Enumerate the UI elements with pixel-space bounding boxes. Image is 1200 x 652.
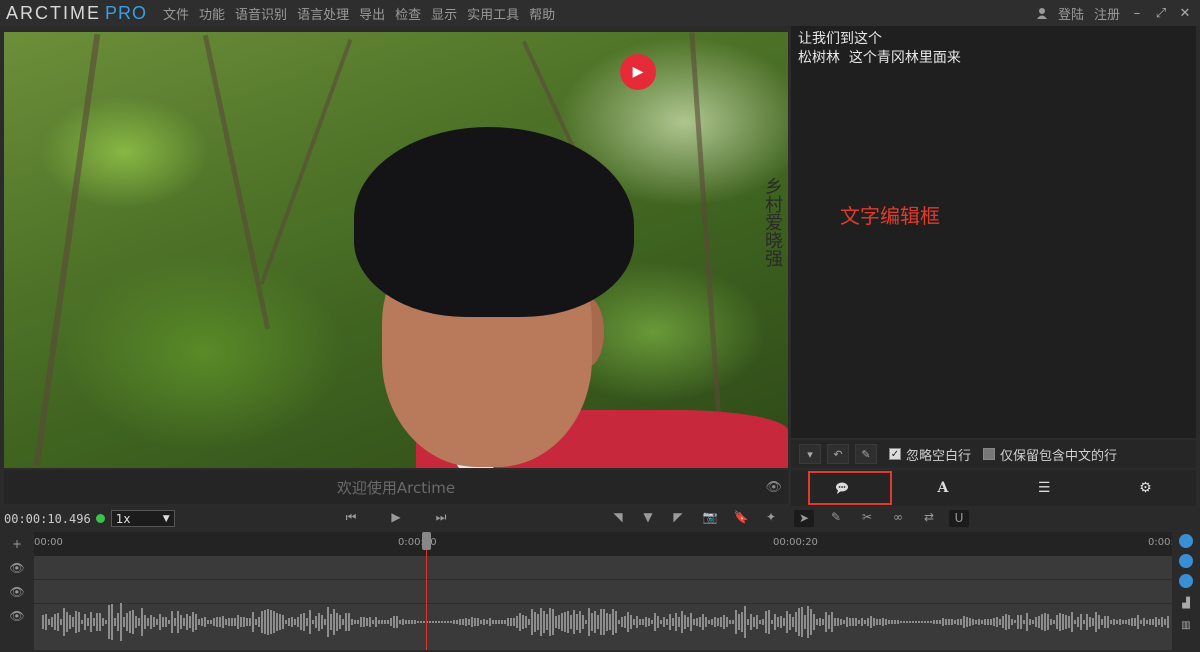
- title-bar: ARCTIME PRO 文件 功能 语音识别 语言处理 导出 检查 显示 实用工…: [0, 0, 1200, 26]
- ruler-label: 0:00:: [1148, 537, 1174, 548]
- menu-language-processing[interactable]: 语言处理: [297, 4, 349, 23]
- play-badge-icon: ▶: [620, 54, 656, 90]
- speed-value: 1x: [115, 511, 131, 526]
- skip-back-icon[interactable]: ⏮: [341, 510, 361, 525]
- zoom-knob-icon[interactable]: [1179, 534, 1193, 548]
- menu-file[interactable]: 文件: [163, 4, 189, 23]
- mark-out-icon[interactable]: ◤: [668, 510, 688, 524]
- eye-icon[interactable]: 👁: [765, 480, 782, 495]
- account-area: 登陆 注册 – ⤢ ✕: [1036, 0, 1192, 26]
- camera-icon[interactable]: 📷: [700, 510, 720, 524]
- app-logo-main: ARCTIME: [6, 2, 101, 23]
- login-link[interactable]: 登陆: [1058, 4, 1084, 23]
- close-icon[interactable]: ✕: [1178, 6, 1192, 21]
- timeline-side-tools: ▟ ▥: [1172, 532, 1200, 650]
- transport-bar: 00:00:10.496 1x ▼ ⏮ ▶ ⏭ ◥ ▼ ◤ 📷 🔖 ✦ ➤ ✎ …: [0, 507, 1200, 530]
- mark-in-icon[interactable]: ◥: [608, 510, 628, 524]
- timeline-tracks[interactable]: [34, 556, 1172, 650]
- tab-list[interactable]: ☰: [994, 470, 1095, 506]
- playback-speed-select[interactable]: 1x ▼: [110, 510, 175, 527]
- keep-chinese-label: 仅保留包含中文的行: [1000, 448, 1118, 464]
- menu-display[interactable]: 显示: [431, 4, 457, 23]
- zoom-knob-icon[interactable]: [1179, 554, 1193, 568]
- ruler-label: 00:00: [34, 537, 63, 548]
- font-icon: A: [937, 480, 949, 496]
- gear-icon: ⚙: [1139, 480, 1152, 496]
- playhead-handle[interactable]: [422, 532, 431, 550]
- user-icon: [1036, 8, 1047, 19]
- status-dot-icon: [95, 514, 105, 523]
- video-preview[interactable]: ▶ 乡村爱晓强: [4, 32, 788, 468]
- swap-icon[interactable]: ⇄: [919, 510, 939, 524]
- current-timecode: 00:00:10.496: [4, 511, 91, 526]
- checkbox-checked-icon[interactable]: ✓: [889, 448, 901, 460]
- minimize-icon[interactable]: –: [1130, 6, 1144, 21]
- bar-chart-icon[interactable]: ▥: [1178, 620, 1194, 632]
- editor-line: 松树林 这个青冈林里面来: [798, 50, 961, 66]
- bookmark-icon[interactable]: 🔖: [731, 510, 751, 524]
- waveform-chart-icon[interactable]: ▟: [1178, 598, 1194, 610]
- editor-toolbar: ▾ ↶ ✎ ✓ 忽略空白行 仅保留包含中文的行: [791, 440, 1196, 468]
- video-watermark: 乡村爱晓强: [762, 177, 783, 267]
- welcome-text: 欢迎使用Arctime: [336, 478, 456, 497]
- zoom-knob-icon[interactable]: [1179, 574, 1193, 588]
- play-icon[interactable]: ▶: [386, 510, 406, 524]
- track-header: [0, 628, 34, 652]
- editor-annotation: 文字编辑框: [840, 204, 940, 228]
- scissors-icon[interactable]: ✂: [857, 510, 877, 524]
- list-icon: ☰: [1037, 480, 1051, 496]
- menu-function[interactable]: 功能: [199, 4, 225, 23]
- chevron-down-icon: ▼: [162, 513, 170, 524]
- undo-icon[interactable]: ↶: [827, 444, 849, 464]
- tab-settings[interactable]: ⚙: [1095, 470, 1196, 506]
- mark-down-icon[interactable]: ▼: [638, 510, 658, 524]
- ignore-blank-checkbox[interactable]: ✓ 忽略空白行: [889, 445, 971, 464]
- register-link[interactable]: 注册: [1094, 4, 1120, 23]
- collapse-icon[interactable]: ▾: [799, 444, 821, 464]
- menu-speech-recognition[interactable]: 语音识别: [235, 4, 287, 23]
- edit-icon[interactable]: ✎: [826, 510, 846, 524]
- video-frame: [4, 32, 788, 468]
- tab-highlight-annotation: [808, 471, 892, 505]
- track-visibility-eye-icon[interactable]: 👁: [0, 604, 34, 628]
- track-visibility-eye-icon[interactable]: 👁: [0, 556, 34, 580]
- pointer-icon[interactable]: ➤: [794, 510, 814, 527]
- subtitle-track[interactable]: [34, 556, 1172, 580]
- pencil-icon[interactable]: ✎: [855, 444, 877, 464]
- audio-waveform[interactable]: [34, 580, 1172, 650]
- magnet-icon[interactable]: U: [949, 510, 969, 527]
- track-visibility-eye-icon[interactable]: 👁: [0, 580, 34, 604]
- checkbox-unchecked-icon[interactable]: [983, 448, 996, 460]
- editor-line: 让我们到这个: [798, 31, 882, 47]
- link-icon[interactable]: ∞: [888, 510, 908, 524]
- menu-export[interactable]: 导出: [359, 4, 385, 23]
- keep-chinese-checkbox[interactable]: 仅保留包含中文的行: [983, 445, 1117, 464]
- magic-wand-icon[interactable]: ✦: [761, 510, 781, 524]
- add-track-icon[interactable]: +: [0, 532, 34, 556]
- tab-font[interactable]: A: [892, 470, 993, 506]
- subtitle-text-editor[interactable]: 让我们到这个 松树林 这个青冈林里面来: [791, 26, 1196, 438]
- app-logo: ARCTIME PRO: [6, 3, 147, 24]
- maximize-icon[interactable]: ⤢: [1154, 6, 1168, 21]
- menu-tools[interactable]: 实用工具: [467, 4, 519, 23]
- ruler-label: 00:00:20: [773, 537, 818, 548]
- ignore-blank-label: 忽略空白行: [906, 448, 972, 464]
- main-menu: 文件 功能 语音识别 语言处理 导出 检查 显示 实用工具 帮助: [163, 4, 555, 23]
- menu-check[interactable]: 检查: [395, 4, 421, 23]
- app-logo-pro: PRO: [105, 2, 148, 23]
- menu-help[interactable]: 帮助: [529, 4, 555, 23]
- video-status-bar: 欢迎使用Arctime 👁: [4, 470, 788, 504]
- timeline-ruler[interactable]: + 00:00 0:00:10 00:00:20 0:00:: [0, 532, 1174, 556]
- skip-forward-icon[interactable]: ⏭: [431, 510, 451, 525]
